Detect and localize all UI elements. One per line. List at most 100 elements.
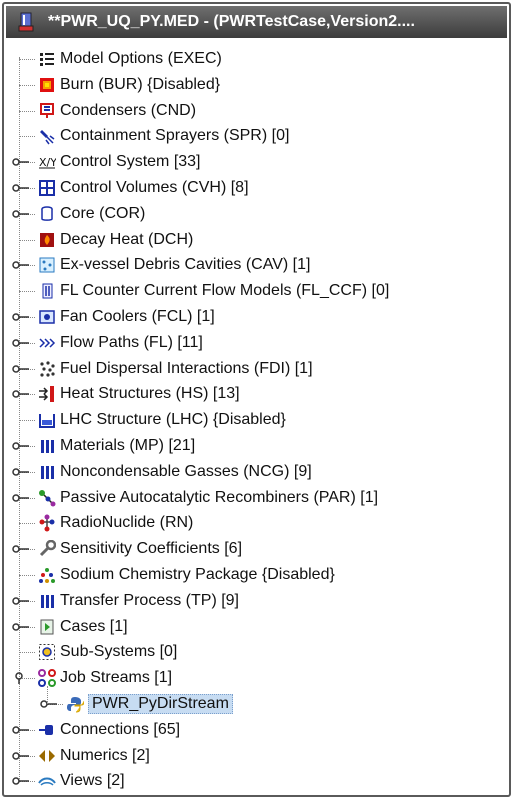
tree-child-line [47, 686, 48, 705]
expand-handle-icon[interactable] [12, 466, 30, 478]
tree-item-label: Job Streams [1] [60, 669, 173, 687]
flow-path-icon [39, 338, 56, 348]
tree-item-containment-sprayers-spr-0[interactable]: Containment Sprayers (SPR) [0] [38, 124, 289, 148]
window-title: **PWR_UQ_PY.MED - (PWRTestCase,Version2.… [48, 13, 415, 30]
expand-handle-icon[interactable] [12, 621, 30, 633]
tree-connector-line [19, 84, 35, 86]
model-tree[interactable]: Model Options (EXEC) Burn (BUR) {Disabled… [6, 42, 507, 793]
tree-item-label: Materials (MP) [21] [60, 437, 196, 454]
tree-item-fuel-dispersal-interactions-fdi-1[interactable]: Fuel Dispersal Interactions (FDI) [1] [38, 357, 313, 381]
tree-item-condensers-cnd[interactable]: Condensers (CND) [38, 99, 196, 123]
fdi-icon [40, 360, 55, 377]
tree-connector-line [19, 239, 35, 241]
tree-item-core-cor[interactable]: Core (COR) [38, 202, 145, 226]
expand-handle-icon[interactable] [12, 363, 30, 375]
expand-handle-icon[interactable] [12, 775, 30, 787]
tree-window: **PWR_UQ_PY.MED - (PWRTestCase,Version2.… [2, 2, 511, 797]
tree-item-label: Views [2] [60, 772, 125, 790]
tree-item-heat-structures-hs-13[interactable]: Heat Structures (HS) [13] [38, 382, 240, 406]
burn-icon [40, 77, 54, 92]
melcor-file-icon [18, 12, 34, 32]
tree-item-label: Noncondensable Gasses (NCG) [9] [60, 462, 312, 480]
tree-connector-line [19, 652, 35, 654]
tree-item-label: LHC Structure (LHC) {Disabled} [60, 411, 286, 429]
tree-item-sub-systems-0[interactable]: Sub-Systems [0] [38, 640, 177, 664]
list-icon [40, 53, 54, 66]
tree-item-sensitivity-coefficients-6[interactable]: Sensitivity Coefficients [6] [38, 537, 242, 561]
tree-item-burn-bur-disabled[interactable]: Burn (BUR) {Disabled} [38, 73, 220, 97]
sprayer-icon [40, 130, 55, 145]
radionuclide-icon [39, 514, 55, 532]
expand-handle-icon[interactable] [12, 182, 30, 194]
tree-item-label: Fan Coolers (FCL) [1] [60, 308, 215, 325]
tree-item-radionuclide-rn[interactable]: RadioNuclide (RN) [38, 511, 193, 535]
expand-handle-icon[interactable] [12, 543, 30, 555]
tree-item-label: FL Counter Current Flow Models (FL_CCF) … [60, 282, 390, 300]
expand-handle-icon[interactable] [12, 750, 30, 762]
expand-handle-icon[interactable] [12, 259, 30, 271]
expand-handle-icon[interactable] [12, 337, 30, 349]
tree-item-noncondensable-gasses-ncg-9[interactable]: Noncondensable Gasses (NCG) [9] [38, 460, 312, 484]
tree-item-lhc-structure-lhc-disabled[interactable]: LHC Structure (LHC) {Disabled} [38, 408, 286, 432]
tree-item-label: Transfer Process (TP) [9] [60, 591, 239, 609]
tree-item-control-volumes-cvh-8[interactable]: Control Volumes (CVH) [8] [38, 176, 249, 200]
lhc-icon [39, 414, 55, 429]
tree-item-label: Sub-Systems [0] [60, 643, 178, 661]
connections-icon [39, 724, 53, 735]
tree-item-fan-coolers-fcl-1[interactable]: Fan Coolers (FCL) [1] [38, 305, 215, 329]
ncg-icon [41, 465, 54, 479]
tree-item-materials-mp-21[interactable]: Materials (MP) [21] [38, 434, 195, 458]
tree-item-label: Connections [65] [60, 720, 181, 738]
tree-item-connections-65[interactable]: Connections [65] [38, 718, 180, 742]
tree-item-label: Heat Structures (HS) [13] [60, 385, 240, 403]
control-system-icon: X/Y [39, 156, 56, 169]
cavity-icon [39, 257, 55, 273]
tree-item-cases-1[interactable]: Cases [1] [38, 615, 128, 639]
tree-item-flow-paths-fl-11[interactable]: Flow Paths (FL) [11] [38, 331, 203, 355]
tree-item-job-streams-1[interactable]: Job Streams [1] [38, 666, 172, 690]
tree-connector-line [19, 420, 35, 422]
transfer-icon [41, 594, 54, 608]
tree-item-numerics-2[interactable]: Numerics [2] [38, 744, 150, 768]
tree-connector-line [19, 110, 35, 112]
tree-item-decay-heat-dch[interactable]: Decay Heat (DCH) [38, 228, 193, 252]
tree-item-model-options-exec[interactable]: Model Options (EXEC) [38, 47, 222, 71]
tree-item-label: Control Volumes (CVH) [8] [60, 179, 249, 196]
window-titlebar[interactable]: **PWR_UQ_PY.MED - (PWRTestCase,Version2.… [6, 6, 507, 38]
condenser-icon [40, 102, 54, 118]
materials-icon [41, 440, 54, 453]
control-volume-icon [39, 180, 55, 196]
expand-handle-icon[interactable] [12, 440, 30, 452]
cases-icon [40, 619, 54, 635]
expand-handle-icon[interactable] [40, 698, 58, 710]
tree-connector-line [19, 291, 35, 293]
svg-text:X/Y: X/Y [39, 156, 56, 169]
subsystems-icon [39, 644, 55, 661]
python-icon [67, 697, 84, 713]
expand-handle-icon[interactable] [12, 156, 30, 168]
expand-handle-icon[interactable] [12, 208, 30, 220]
expand-handle-icon[interactable] [12, 724, 30, 736]
tree-connector-line [19, 59, 35, 60]
expand-handle-icon[interactable] [12, 492, 30, 504]
tree-item-passive-autocatalytic-recombiners-par-1[interactable]: Passive Autocatalytic Recombiners (PAR) … [38, 486, 378, 510]
expand-handle-icon[interactable] [12, 388, 30, 400]
par-icon [39, 489, 56, 507]
tree-item-control-system-33[interactable]: X/Y Control System [33] [38, 150, 201, 174]
tree-connector-line [19, 136, 35, 138]
expand-handle-icon[interactable] [12, 595, 30, 607]
fan-cooler-icon [39, 310, 55, 324]
expand-handle-icon[interactable] [12, 311, 30, 323]
tree-item-ex-vessel-debris-cavities-cav-1[interactable]: Ex-vessel Debris Cavities (CAV) [1] [38, 253, 310, 277]
views-icon [38, 777, 56, 786]
tree-item-views-2[interactable]: Views [2] [38, 769, 125, 793]
tree-item-fl-counter-current-flow-models-fl-ccf-0[interactable]: FL Counter Current Flow Models (FL_CCF) … [38, 279, 389, 303]
tree-item-label: Control System [33] [60, 153, 201, 171]
tree-item-pwr-pydirstream[interactable]: PWR_PyDirStream [66, 692, 233, 716]
collapse-handle-icon[interactable] [12, 672, 30, 685]
tree-item-transfer-process-tp-9[interactable]: Transfer Process (TP) [9] [38, 589, 239, 613]
wrench-icon [39, 540, 56, 557]
tree-connector-line [19, 575, 35, 576]
tree-item-label: Fuel Dispersal Interactions (FDI) [1] [60, 359, 313, 377]
tree-item-sodium-chemistry-package-disabled[interactable]: Sodium Chemistry Package {Disabled} [38, 563, 335, 587]
